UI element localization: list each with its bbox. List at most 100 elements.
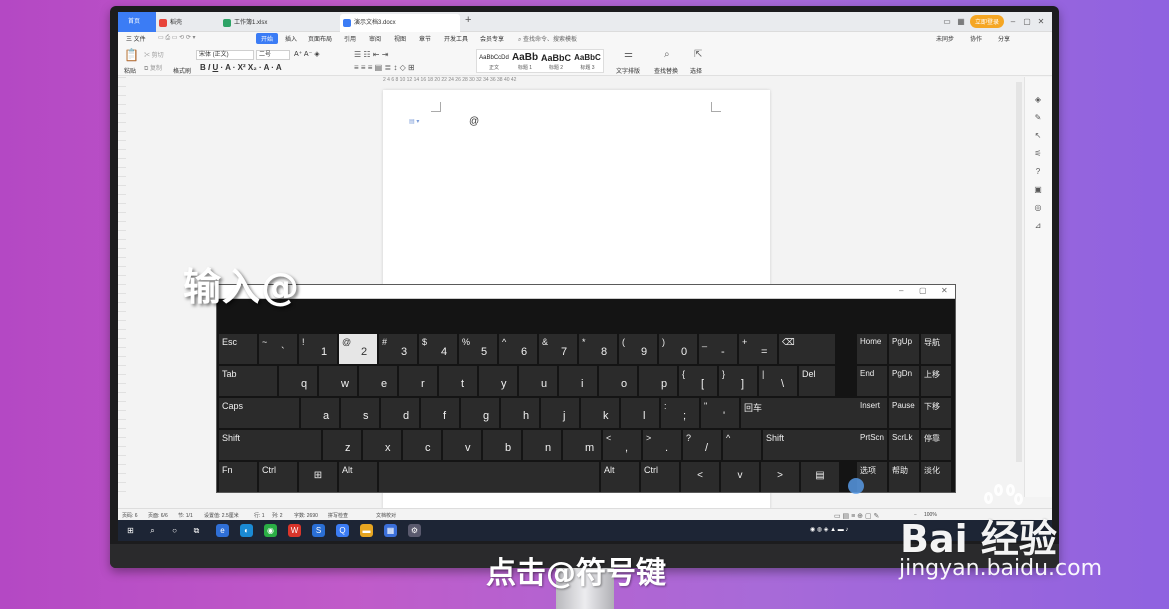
- proof-button[interactable]: 文档校对: [376, 512, 396, 519]
- osk-key[interactable]: x: [363, 430, 401, 460]
- maximize-icon[interactable]: ▢: [919, 286, 927, 295]
- osk-nav-key[interactable]: ScrLk: [889, 430, 919, 460]
- osk-key[interactable]: Tab: [219, 366, 277, 396]
- osk-key[interactable]: Fn: [219, 462, 257, 492]
- menu-member[interactable]: 会员专享: [480, 34, 504, 43]
- osk-nav-key[interactable]: PgUp: [889, 334, 919, 364]
- maximize-icon[interactable]: ▢: [1022, 17, 1032, 26]
- list-icons[interactable]: ☰ ☷ ⇤ ⇥: [354, 50, 388, 59]
- osk-key[interactable]: b: [483, 430, 521, 460]
- osk-key[interactable]: ^ 6: [499, 334, 537, 364]
- help-icon[interactable]: ?: [1033, 167, 1043, 177]
- text-layout-button[interactable]: 文字排版: [616, 66, 640, 75]
- close-icon[interactable]: ✕: [941, 286, 948, 295]
- select-button[interactable]: 选择: [690, 66, 702, 75]
- share-icon[interactable]: ⊿: [1033, 221, 1043, 231]
- osk-key[interactable]: " ': [701, 398, 739, 428]
- menu-review[interactable]: 审阅: [369, 34, 381, 43]
- osk-nav-key[interactable]: PgDn: [889, 366, 919, 396]
- location-icon[interactable]: ◎: [1033, 203, 1043, 213]
- close-icon[interactable]: ✕: [1036, 17, 1046, 26]
- osk-key[interactable]: * 8: [579, 334, 617, 364]
- osk-key[interactable]: y: [479, 366, 517, 396]
- find-replace-button[interactable]: 查找替换: [654, 66, 678, 75]
- osk-key[interactable]: m: [563, 430, 601, 460]
- sliders-icon[interactable]: ⚟: [1033, 149, 1043, 159]
- osk-key[interactable]: k: [581, 398, 619, 428]
- style-heading3[interactable]: AaBbC 标题 3: [572, 52, 603, 71]
- login-button[interactable]: 立即登录: [969, 15, 1004, 28]
- style-normal[interactable]: AaBbCcDd 正文: [479, 52, 509, 71]
- size-select[interactable]: 二号: [256, 50, 290, 60]
- font-select[interactable]: 宋体 (正文): [196, 50, 254, 60]
- osk-key[interactable]: p: [639, 366, 677, 396]
- osk-key[interactable]: a: [301, 398, 339, 428]
- osk-nav-key[interactable]: 淡化: [921, 462, 951, 492]
- osk-key[interactable]: h: [501, 398, 539, 428]
- osk-key[interactable]: Alt: [601, 462, 639, 492]
- browser-icon[interactable]: e: [216, 524, 229, 537]
- wps-icon[interactable]: W: [288, 524, 301, 537]
- osk-key[interactable]: t: [439, 366, 477, 396]
- osk-key[interactable]: r: [399, 366, 437, 396]
- quick-tools-icon[interactable]: ▭ ⎙ ▭ ⟲ ⟳ ▾: [158, 34, 196, 42]
- osk-key[interactable]: ? /: [683, 430, 721, 460]
- wechat-icon[interactable]: ◉: [264, 524, 277, 537]
- osk-key[interactable]: {[: [679, 366, 717, 396]
- tab-home[interactable]: 首页: [118, 12, 156, 32]
- format-icons[interactable]: B I U · A · X² X₂ · A · A: [200, 63, 282, 72]
- view-mode-icons[interactable]: ▭ ▤ ≡ ⊕ ▢ ✎: [834, 512, 879, 520]
- tray-icons[interactable]: ◉ ◍ ◈ ▲ ▬ ♪: [810, 524, 870, 537]
- tab-docer[interactable]: 稻壳: [156, 14, 220, 32]
- osk-key[interactable]: l: [621, 398, 659, 428]
- menu-view[interactable]: 视图: [394, 34, 406, 43]
- osk-key[interactable]: Del: [799, 366, 835, 396]
- osk-key[interactable]: #3: [379, 334, 417, 364]
- osk-key[interactable]: % 5: [459, 334, 497, 364]
- osk-key[interactable]: c: [403, 430, 441, 460]
- pen-icon[interactable]: ✎: [1033, 113, 1043, 123]
- menu-ref[interactable]: 引用: [344, 34, 356, 43]
- osk-key[interactable]: ) 0: [659, 334, 697, 364]
- sync-button[interactable]: 未同步: [936, 34, 954, 43]
- find-icon[interactable]: ⌕: [664, 49, 670, 60]
- osk-nav-key[interactable]: 上移: [921, 366, 951, 396]
- menu-insert[interactable]: 插入: [285, 34, 297, 43]
- osk-key[interactable]: Alt: [339, 462, 377, 492]
- osk-key[interactable]: z: [323, 430, 361, 460]
- minimize-icon[interactable]: –: [899, 286, 903, 295]
- paste-label[interactable]: 粘贴: [124, 66, 136, 75]
- osk-key[interactable]: $4: [419, 334, 457, 364]
- style-heading2[interactable]: AaBbC 标题 2: [541, 52, 571, 71]
- osk-key[interactable]: }]: [719, 366, 757, 396]
- share-button[interactable]: 分享: [998, 34, 1010, 43]
- style-heading1[interactable]: AaBb 标题 1: [510, 52, 540, 71]
- osk-key[interactable]: f: [421, 398, 459, 428]
- osk-key[interactable]: g: [461, 398, 499, 428]
- search-icon[interactable]: ⌕: [146, 524, 159, 537]
- osk-key[interactable]: Esc: [219, 334, 257, 364]
- osk-key[interactable]: + =: [739, 334, 777, 364]
- osk-key[interactable]: u: [519, 366, 557, 396]
- osk-key[interactable]: ! 1: [299, 334, 337, 364]
- osk-key[interactable]: ~ `: [259, 334, 297, 364]
- menu-chapter[interactable]: 章节: [419, 34, 431, 43]
- menu-dev[interactable]: 开发工具: [444, 34, 468, 43]
- osk-key[interactable]: ▤: [801, 462, 839, 492]
- osk-nav-key[interactable]: 下移: [921, 398, 951, 428]
- menu-layout[interactable]: 页面布局: [308, 34, 332, 43]
- osk-key[interactable]: ⌫: [779, 334, 835, 364]
- select-cursor-icon[interactable]: ⇱: [694, 49, 702, 60]
- minimize-icon[interactable]: –: [1008, 17, 1018, 26]
- osk-nav-key[interactable]: 停靠: [921, 430, 951, 460]
- pin-icon[interactable]: ◈: [1033, 95, 1043, 105]
- osk-key[interactable]: v: [443, 430, 481, 460]
- osk-key[interactable]: Caps: [219, 398, 299, 428]
- new-tab-button[interactable]: +: [465, 14, 471, 26]
- osk-nav-key[interactable]: End: [857, 366, 887, 396]
- layout-icon[interactable]: ▭: [942, 17, 952, 26]
- osk-key[interactable]: & 7: [539, 334, 577, 364]
- osk-key[interactable]: q: [279, 366, 317, 396]
- format-painter-button[interactable]: 格式刷: [173, 66, 191, 75]
- vertical-scrollbar[interactable]: [1016, 82, 1022, 462]
